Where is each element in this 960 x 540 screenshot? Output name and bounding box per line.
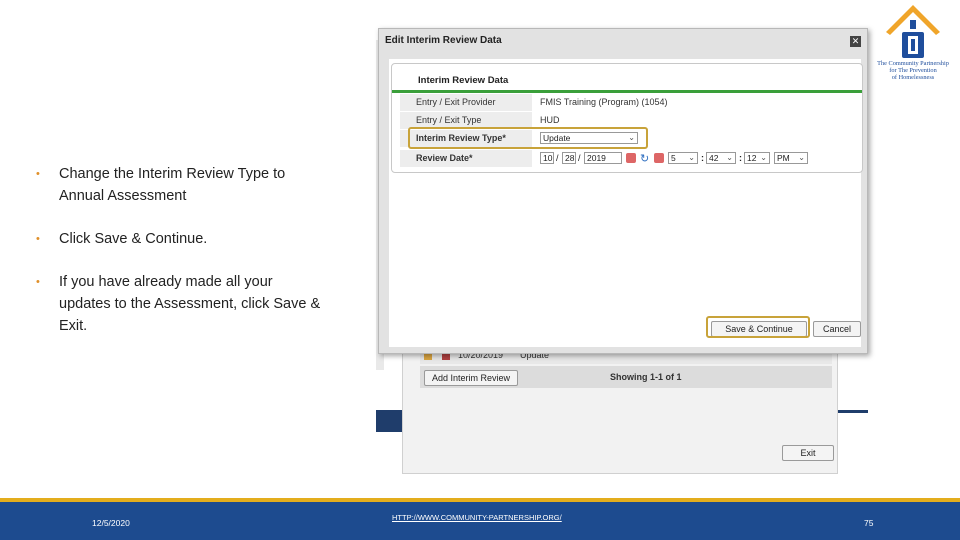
chevron-down-icon: ⌄ — [726, 153, 733, 162]
review-second-select[interactable]: 12 ⌄ — [744, 152, 770, 164]
bullet-text: Click Save & Continue. — [59, 231, 208, 247]
select-value: 5 — [671, 153, 676, 163]
page-number: 75 — [864, 518, 874, 528]
footer-bar: 12/5/2020 HTTP://WWW.COMMUNITY-PARTNERSH… — [0, 498, 960, 540]
time-separator: : — [701, 153, 704, 163]
review-date-month-input[interactable]: 10 — [540, 152, 554, 164]
add-interim-review-button[interactable]: Add Interim Review — [424, 370, 518, 386]
bullet-text: Change the Interim Review Type to Annual… — [59, 166, 286, 204]
close-icon[interactable]: ✕ — [850, 36, 861, 47]
provider-value: FMIS Training (Program) (1054) — [540, 97, 668, 107]
edit-interim-review-modal: Edit Interim Review Data ✕ Interim Revie… — [378, 28, 868, 354]
logo-line-1: The Community Partnership — [877, 60, 949, 67]
footer-date: 12/5/2020 — [92, 518, 130, 528]
bullet-dot-icon: • — [36, 168, 40, 180]
field-label: Review Date* — [400, 150, 532, 167]
bullet-dot-icon: • — [36, 276, 40, 288]
review-minute-select[interactable]: 42 ⌄ — [706, 152, 736, 164]
bullet-text: If you have already made all your update… — [59, 274, 321, 334]
interim-review-panel: Interim Review Data Entry / Exit Provide… — [391, 63, 863, 173]
date-separator: / — [578, 153, 581, 163]
footer-url-link[interactable]: HTTP://WWW.COMMUNITY-PARTNERSHIP.ORG/ — [392, 513, 562, 522]
review-date-year-input[interactable]: 2019 — [584, 152, 622, 164]
bullet-save-continue: • Click Save & Continue. — [36, 228, 326, 250]
field-label: Entry / Exit Provider — [400, 94, 532, 111]
chevron-down-icon: ⌄ — [688, 153, 695, 162]
modal-title: Edit Interim Review Data — [385, 35, 502, 46]
cancel-button[interactable]: Cancel — [813, 321, 861, 337]
bullet-dot-icon: • — [36, 233, 40, 245]
time-separator: : — [739, 153, 742, 163]
background-blue-line — [838, 410, 868, 413]
chevron-down-icon: ⌄ — [760, 153, 767, 162]
logo: The Community Partnership for The Preven… — [866, 2, 960, 82]
panel-divider — [392, 90, 862, 93]
date-separator: / — [556, 153, 559, 163]
panel-title: Interim Review Data — [418, 75, 509, 86]
bullet-save-exit: • If you have already made all your upda… — [36, 271, 326, 337]
table-footer: Add Interim Review Showing 1-1 of 1 — [420, 366, 832, 388]
exit-button[interactable]: Exit — [782, 445, 834, 461]
footer-gold-line — [0, 498, 960, 502]
interim-review-type-highlight — [408, 127, 648, 149]
refresh-icon[interactable]: ↻ — [640, 152, 649, 165]
house-logo-icon — [886, 5, 940, 58]
clear-date-icon[interactable] — [654, 153, 664, 163]
field-provider: Entry / Exit Provider FMIS Training (Pro… — [400, 94, 862, 111]
save-continue-highlight — [706, 316, 810, 338]
select-value: PM — [777, 153, 790, 163]
bullet-change-type: • Change the Interim Review Type to Annu… — [36, 163, 326, 207]
showing-count: Showing 1-1 of 1 — [610, 372, 682, 382]
review-ampm-select[interactable]: PM ⌄ — [774, 152, 808, 164]
review-hour-select[interactable]: 5 ⌄ — [668, 152, 698, 164]
select-value: 42 — [709, 153, 719, 163]
calendar-icon[interactable] — [626, 153, 636, 163]
field-review-date: Review Date* 10 / 28 / 2019 ↻ 5 ⌄ : 42 ⌄ :… — [400, 150, 862, 167]
background-blue-band — [376, 410, 402, 432]
review-date-day-input[interactable]: 28 — [562, 152, 576, 164]
chevron-down-icon: ⌄ — [798, 153, 805, 162]
logo-line-3: of Homelessness — [891, 74, 935, 81]
logo-line-2: for The Prevention — [889, 67, 937, 74]
select-value: 12 — [747, 153, 757, 163]
